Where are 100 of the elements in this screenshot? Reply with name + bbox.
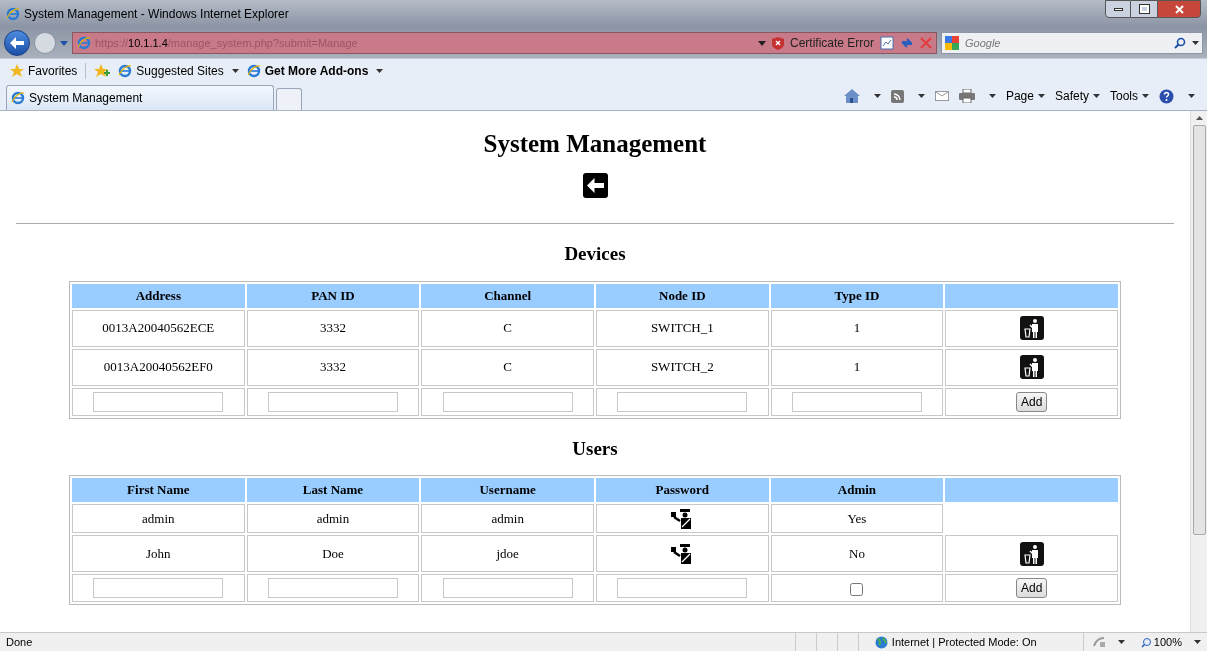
forward-button[interactable]	[34, 32, 56, 54]
browser-tab[interactable]: System Management	[6, 85, 274, 110]
back-arrow-button[interactable]	[582, 173, 608, 198]
caret-icon	[231, 69, 239, 73]
table-cell: admin	[72, 504, 245, 533]
table-cell: 0013A20040562EF0	[72, 348, 245, 386]
shield-error-icon	[771, 36, 784, 50]
back-arrow-icon	[10, 37, 24, 49]
window-title: System Management - Windows Internet Explorer	[24, 6, 289, 23]
search-icon[interactable]	[1174, 37, 1186, 49]
globe-icon	[874, 635, 888, 649]
input-field[interactable]	[442, 391, 573, 412]
scroll-up-icon[interactable]	[1195, 116, 1203, 120]
trash-person-icon[interactable]	[1019, 355, 1044, 379]
refresh-icon[interactable]	[900, 36, 914, 50]
back-button[interactable]	[4, 30, 30, 56]
caret-icon	[1188, 94, 1195, 98]
close-button[interactable]	[1157, 0, 1201, 18]
zoom-button[interactable]: 100%	[1140, 633, 1182, 651]
table-cell: 3332	[246, 348, 420, 386]
caret-icon	[1194, 640, 1201, 644]
protected-mode-icon[interactable]	[1091, 636, 1106, 648]
input-field[interactable]	[791, 391, 922, 412]
input-field[interactable]	[268, 578, 398, 598]
browser-icon	[77, 36, 91, 50]
mail-icon[interactable]	[934, 91, 949, 101]
section-heading: Devices	[564, 242, 626, 266]
column-header: Channel	[421, 283, 594, 308]
table-cell: 3332	[246, 309, 420, 347]
magnifier-icon	[1140, 636, 1152, 648]
scroll-thumb[interactable]	[1192, 125, 1206, 535]
column-header: Admin	[770, 478, 944, 502]
table-cell: C	[421, 348, 594, 386]
caret-icon[interactable]	[757, 40, 766, 46]
table-cell: John	[72, 535, 245, 572]
feed-icon[interactable]	[890, 89, 904, 103]
table-cell: Doe	[246, 535, 420, 572]
certificate-error-button[interactable]: Certificate Error	[789, 34, 874, 52]
printer-icon[interactable]	[958, 89, 975, 103]
add-button[interactable]: Add	[1015, 391, 1048, 412]
browser-icon	[246, 64, 261, 78]
maximize-button[interactable]	[1131, 0, 1157, 18]
browser-icon	[11, 91, 25, 105]
browser-icon	[6, 7, 20, 21]
officer-icon	[671, 544, 694, 564]
admin-checkbox[interactable]	[850, 582, 864, 596]
column-header: First Name	[72, 478, 245, 502]
table-cell: Yes	[770, 504, 944, 533]
caret-icon[interactable]	[1192, 41, 1199, 45]
column-header: Password	[595, 478, 769, 502]
add-button[interactable]: Add	[1015, 578, 1048, 598]
table-cell: No	[770, 535, 944, 572]
status-text: Done	[6, 634, 33, 650]
input-field[interactable]	[93, 391, 224, 412]
table-cell: SWITCH_2	[595, 348, 769, 386]
table-cell: 1	[770, 348, 944, 386]
left-arrow-icon	[586, 178, 604, 193]
favorites-bar-item[interactable]: Suggested Sites	[118, 62, 239, 80]
caret-icon	[873, 94, 881, 98]
browser-icon	[118, 64, 133, 78]
input-field[interactable]	[617, 391, 748, 412]
minimize-button[interactable]	[1105, 0, 1131, 18]
table-cell: C	[421, 309, 594, 347]
table-cell: SWITCH_1	[595, 309, 769, 347]
favorites-bar-item[interactable]: Get More Add-ons	[246, 62, 384, 80]
table-cell: 0013A20040562ECE	[72, 309, 245, 347]
officer-icon	[671, 509, 694, 529]
scrollbar[interactable]	[1190, 111, 1207, 632]
home-icon[interactable]	[843, 89, 860, 103]
input-field[interactable]	[93, 578, 224, 598]
caret-icon	[1117, 640, 1125, 644]
search-field[interactable]: Google	[941, 32, 1203, 54]
close-icon	[1174, 4, 1184, 14]
table-cell: 1	[770, 309, 944, 347]
new-tab-button[interactable]	[276, 88, 302, 110]
input-field[interactable]	[268, 391, 398, 412]
input-field[interactable]	[442, 578, 573, 598]
column-header: Last Name	[246, 478, 420, 502]
table-cell: jdoe	[421, 535, 594, 572]
caret-icon	[988, 94, 996, 98]
command-menu[interactable]: Tools	[1110, 87, 1149, 105]
caret-icon	[376, 69, 384, 73]
add-favorite-icon[interactable]	[94, 64, 111, 78]
compatibility-icon[interactable]	[880, 36, 894, 50]
table-cell: admin	[246, 504, 420, 533]
caret-icon	[917, 94, 925, 98]
help-icon[interactable]	[1159, 88, 1174, 104]
trash-person-icon[interactable]	[1019, 316, 1044, 340]
command-menu[interactable]: Safety	[1054, 87, 1100, 105]
caret-icon	[1142, 94, 1149, 98]
input-field[interactable]	[617, 578, 748, 598]
favorites-button[interactable]: Favorites	[10, 62, 78, 80]
section-heading: Users	[572, 436, 618, 461]
trash-person-icon[interactable]	[1019, 541, 1044, 566]
search-placeholder: Google	[965, 35, 1001, 51]
caret-icon	[1037, 94, 1045, 98]
security-zone-text: Internet | Protected Mode: On	[891, 634, 1037, 650]
command-menu[interactable]: Page	[1005, 87, 1045, 105]
column-header: Address	[72, 283, 245, 308]
column-header: Username	[421, 478, 594, 502]
